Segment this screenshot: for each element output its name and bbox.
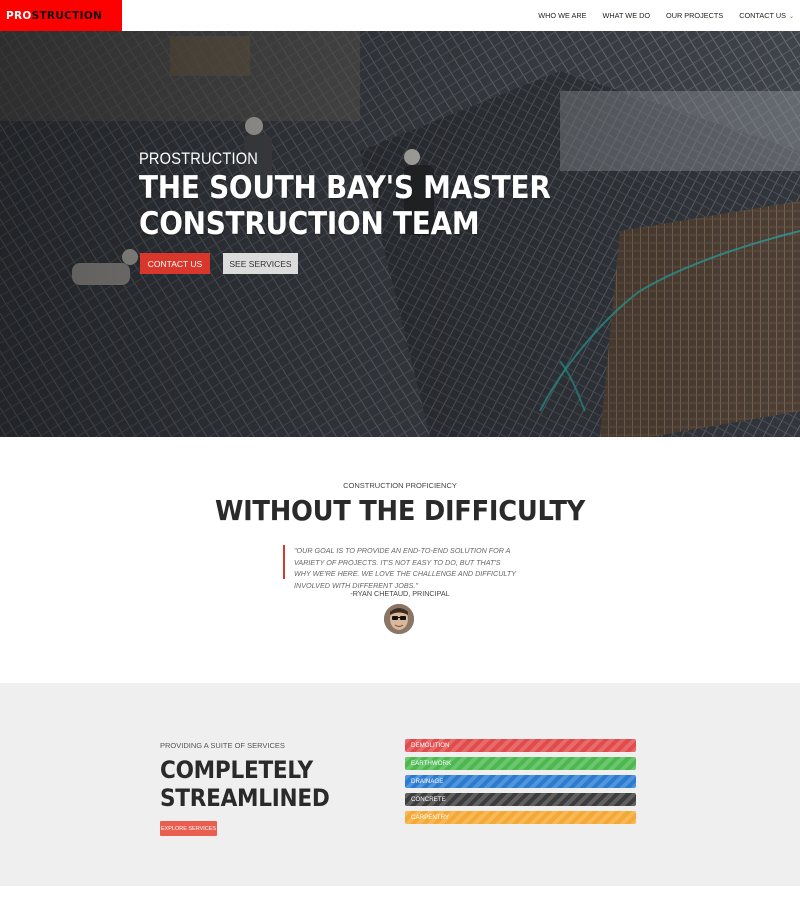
- chevron-down-icon: ⌄: [788, 14, 794, 20]
- services-eyebrow: PROVIDING A SUITE OF SERVICES: [160, 741, 285, 750]
- services-title: COMPLETELY STREAMLINED: [160, 756, 330, 812]
- nav-what-we-do[interactable]: WHAT WE DO: [602, 11, 650, 20]
- site-header: PRO STRUCTION WHO WE ARE WHAT WE DO OUR P…: [0, 0, 800, 31]
- avatar: [384, 604, 414, 634]
- nav-who-we-are[interactable]: WHO WE ARE: [538, 11, 586, 20]
- contact-us-button[interactable]: CONTACT US: [140, 253, 210, 274]
- services-title-line-1: COMPLETELY: [160, 756, 313, 784]
- hero-title: THE SOUTH BAY'S MASTER CONSTRUCTION TEAM: [139, 170, 551, 242]
- footer-strip: [0, 886, 800, 900]
- nav-our-projects[interactable]: OUR PROJECTS: [666, 11, 723, 20]
- explore-services-button[interactable]: EXPLORE SERVICES: [160, 821, 217, 836]
- service-bar-earthwork[interactable]: EARTHWORK: [405, 757, 636, 770]
- testimonial-quote: "OUR GOAL IS TO PROVIDE AN END-TO-END SO…: [294, 546, 516, 590]
- service-bar-concrete[interactable]: CONCRETE: [405, 793, 636, 806]
- service-bar-carpentry[interactable]: CARPENTRY: [405, 811, 636, 824]
- nav-contact-us[interactable]: CONTACT US ⌄: [739, 11, 794, 20]
- hero-title-line-2: CONSTRUCTION TEAM: [139, 206, 480, 242]
- see-services-button[interactable]: SEE SERVICES: [223, 253, 298, 274]
- service-bar-label: CARPENTRY: [411, 814, 450, 821]
- logo-struction: STRUCTION: [31, 9, 103, 22]
- services-section: PROVIDING A SUITE OF SERVICES COMPLETELY…: [0, 683, 800, 886]
- hero-eyebrow: PROSTRUCTION: [139, 149, 259, 168]
- service-bar-label: DEMOLITION: [411, 742, 450, 749]
- quote-accent-bar: [283, 545, 285, 579]
- service-bar-demolition[interactable]: DEMOLITION: [405, 739, 636, 752]
- service-bar-label: EARTHWORK: [411, 760, 452, 767]
- services-title-line-2: STREAMLINED: [160, 784, 330, 812]
- proficiency-section: CONSTRUCTION PROFICIENCY WITHOUT THE DIF…: [0, 437, 800, 683]
- service-bar-label: CONCRETE: [411, 796, 446, 803]
- logo-pro: PRO: [6, 9, 32, 22]
- nav-contact-us-label: CONTACT US: [739, 11, 786, 20]
- hero-section: PROSTRUCTION THE SOUTH BAY'S MASTER CONS…: [0, 31, 800, 437]
- service-bar-drainage[interactable]: DRAINAGE: [405, 775, 636, 788]
- main-nav: WHO WE ARE WHAT WE DO OUR PROJECTS CONTA…: [522, 0, 800, 31]
- service-bar-label: DRAINAGE: [411, 778, 444, 785]
- proficiency-title: WITHOUT THE DIFFICULTY: [214, 494, 586, 527]
- logo[interactable]: PRO STRUCTION: [0, 0, 122, 31]
- hero-title-line-1: THE SOUTH BAY'S MASTER: [139, 170, 551, 206]
- page: PRO STRUCTION WHO WE ARE WHAT WE DO OUR P…: [0, 0, 800, 900]
- quote-attribution: -RYAN CHETAUD, PRINCIPAL: [350, 589, 450, 598]
- proficiency-eyebrow: CONSTRUCTION PROFICIENCY: [343, 481, 457, 490]
